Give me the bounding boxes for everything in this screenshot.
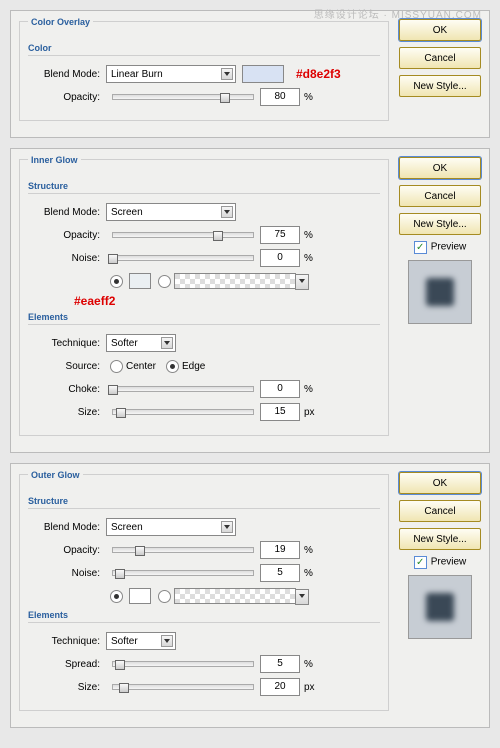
opacity-input[interactable]: 75	[260, 226, 300, 244]
gradient-picker[interactable]	[174, 273, 296, 289]
ok-button[interactable]: OK	[399, 157, 481, 179]
new-style-button[interactable]: New Style...	[399, 213, 481, 235]
section-color: Color	[28, 43, 380, 56]
source-label: Source:	[28, 361, 106, 372]
size-input[interactable]: 15	[260, 403, 300, 421]
gradient-radio[interactable]	[158, 590, 171, 603]
noise-input[interactable]: 5	[260, 564, 300, 582]
inner-glow-panel: Inner Glow Structure Blend Mode: Screen …	[10, 148, 490, 453]
cancel-button[interactable]: Cancel	[399, 185, 481, 207]
noise-slider[interactable]	[112, 255, 254, 261]
color-swatch[interactable]	[242, 65, 284, 83]
section-elements: Elements	[28, 610, 380, 623]
annotation-color1: #d8e2f3	[296, 67, 341, 81]
opacity-label: Opacity:	[28, 545, 106, 556]
source-edge-radio[interactable]	[166, 360, 179, 373]
choke-input[interactable]: 0	[260, 380, 300, 398]
section-structure: Structure	[28, 181, 380, 194]
color-swatch[interactable]	[129, 588, 151, 604]
opacity-label: Opacity:	[28, 230, 106, 241]
outer-glow-panel: Outer Glow Structure Blend Mode: Screen …	[10, 463, 490, 728]
blend-label: Blend Mode:	[28, 522, 106, 533]
gradient-picker[interactable]	[174, 588, 296, 604]
noise-label: Noise:	[28, 253, 106, 264]
unit-pct: %	[304, 92, 313, 103]
technique-select[interactable]: Softer	[106, 334, 176, 352]
cancel-button[interactable]: Cancel	[399, 47, 481, 69]
preview-thumbnail	[408, 575, 472, 639]
ok-button[interactable]: OK	[399, 19, 481, 41]
source-center-radio[interactable]	[110, 360, 123, 373]
section-structure: Structure	[28, 496, 380, 509]
panel-title: Inner Glow	[28, 155, 81, 165]
section-elements: Elements	[28, 312, 380, 325]
blend-mode-select[interactable]: Linear Burn	[106, 65, 236, 83]
watermark-text: 思缘设计论坛 · MISSYUAN.COM	[314, 6, 482, 21]
choke-slider[interactable]	[112, 386, 254, 392]
gradient-radio[interactable]	[158, 275, 171, 288]
noise-slider[interactable]	[112, 570, 254, 576]
choke-label: Choke:	[28, 384, 106, 395]
opacity-slider[interactable]	[112, 232, 254, 238]
size-label: Size:	[28, 407, 106, 418]
color-radio[interactable]	[110, 275, 123, 288]
spread-input[interactable]: 5	[260, 655, 300, 673]
size-slider[interactable]	[112, 409, 254, 415]
preview-thumbnail	[408, 260, 472, 324]
blend-mode-select[interactable]: Screen	[106, 203, 236, 221]
technique-select[interactable]: Softer	[106, 632, 176, 650]
color-overlay-panel: Color Overlay Color Blend Mode: Linear B…	[10, 10, 490, 138]
new-style-button[interactable]: New Style...	[399, 75, 481, 97]
blend-label: Blend Mode:	[28, 69, 106, 80]
preview-checkbox[interactable]: ✓	[414, 556, 427, 569]
size-slider[interactable]	[112, 684, 254, 690]
noise-label: Noise:	[28, 568, 106, 579]
opacity-slider[interactable]	[112, 547, 254, 553]
panel-title: Outer Glow	[28, 470, 83, 480]
color-swatch[interactable]	[129, 273, 151, 289]
color-radio[interactable]	[110, 590, 123, 603]
opacity-input[interactable]: 19	[260, 541, 300, 559]
preview-checkbox[interactable]: ✓	[414, 241, 427, 254]
spread-slider[interactable]	[112, 661, 254, 667]
technique-label: Technique:	[28, 636, 106, 647]
blend-mode-select[interactable]: Screen	[106, 518, 236, 536]
noise-input[interactable]: 0	[260, 249, 300, 267]
opacity-input[interactable]: 80	[260, 88, 300, 106]
size-input[interactable]: 20	[260, 678, 300, 696]
ok-button[interactable]: OK	[399, 472, 481, 494]
opacity-slider[interactable]	[112, 94, 254, 100]
technique-label: Technique:	[28, 338, 106, 349]
panel-title: Color Overlay	[28, 17, 93, 27]
new-style-button[interactable]: New Style...	[399, 528, 481, 550]
annotation-color2: #eaeff2	[74, 294, 380, 308]
size-label: Size:	[28, 682, 106, 693]
blend-label: Blend Mode:	[28, 207, 106, 218]
cancel-button[interactable]: Cancel	[399, 500, 481, 522]
opacity-label: Opacity:	[28, 92, 106, 103]
spread-label: Spread:	[28, 659, 106, 670]
